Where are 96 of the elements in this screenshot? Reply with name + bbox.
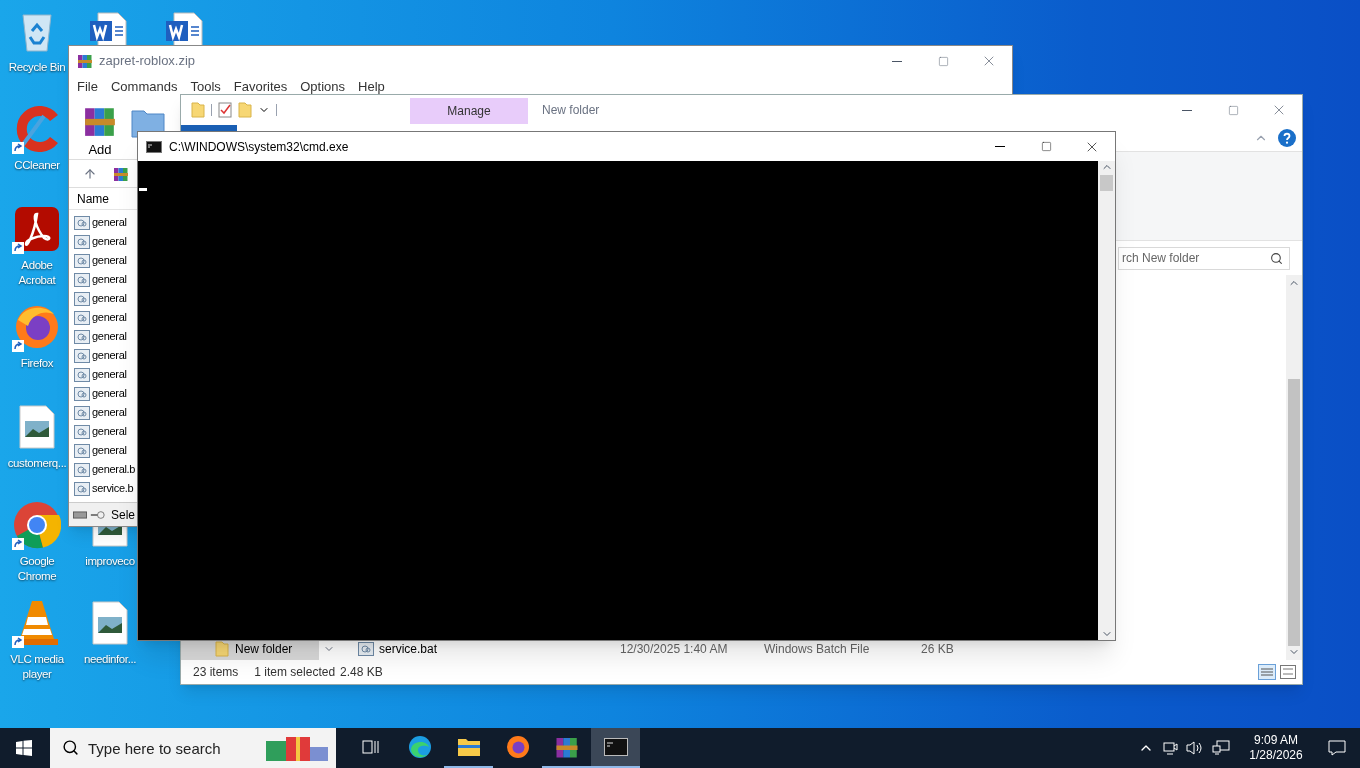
menu-item[interactable]: Options <box>300 77 346 97</box>
window-title: C:\WINDOWS\system32\cmd.exe <box>169 138 349 156</box>
selection-size: 2.48 KB <box>340 664 383 681</box>
file-name[interactable]: service.b <box>92 480 134 497</box>
ccleaner-icon <box>14 106 60 152</box>
properties-icon[interactable] <box>218 102 232 118</box>
file-name[interactable]: general <box>92 423 127 440</box>
image-file-icon <box>19 405 55 449</box>
edge-icon <box>407 735 432 759</box>
batch-file-icon <box>74 310 90 325</box>
batch-file-icon <box>74 443 90 458</box>
archive-books-icon <box>113 165 129 182</box>
selection-count: 1 item selected <box>254 664 336 681</box>
batch-file-icon <box>74 234 90 249</box>
menu-item[interactable]: File <box>77 77 98 97</box>
file-name[interactable]: general <box>92 214 127 231</box>
toolbar-button[interactable]: Add <box>83 104 117 160</box>
scrollbar-thumb[interactable] <box>1100 175 1113 191</box>
acrobat-icon <box>14 206 60 252</box>
maximize-icon <box>937 55 949 67</box>
terminal-icon <box>146 140 162 153</box>
maximize-icon <box>1227 104 1239 116</box>
search-icon[interactable] <box>1270 251 1283 265</box>
tiles-view-icon[interactable] <box>1280 665 1296 679</box>
item-count: 23 items <box>193 664 239 681</box>
menu-item[interactable]: Help <box>358 77 385 97</box>
file-name[interactable]: general <box>92 233 127 250</box>
file-name[interactable]: general.b <box>92 461 136 478</box>
scrollbar[interactable] <box>1098 161 1115 640</box>
file-name[interactable]: general <box>92 290 127 307</box>
maximize-icon <box>1040 141 1052 152</box>
folder-icon <box>456 737 481 757</box>
terminal-icon <box>603 738 628 756</box>
search-field[interactable]: rch New folder <box>1118 246 1290 270</box>
scrollbar-thumb[interactable] <box>1288 379 1300 646</box>
taskbar-app-button[interactable] <box>591 728 640 768</box>
menu-item[interactable]: Commands <box>110 77 178 97</box>
file-name[interactable]: general <box>92 404 127 421</box>
batch-file-icon <box>358 642 374 656</box>
status-text: Sele <box>111 506 136 524</box>
drive-icon <box>73 510 87 519</box>
help-icon[interactable] <box>1278 129 1296 147</box>
file-name[interactable]: general <box>92 385 127 402</box>
new-folder-icon <box>238 102 252 118</box>
ribbon-tab[interactable]: Manage <box>410 98 528 124</box>
file-name[interactable]: general <box>92 347 127 364</box>
batch-file-icon <box>74 348 90 363</box>
batch-file-icon <box>74 215 90 230</box>
file-name[interactable]: general <box>92 328 127 345</box>
minimize-icon <box>1182 109 1192 111</box>
file-name[interactable]: general <box>92 252 127 269</box>
batch-file-icon <box>74 424 90 439</box>
firefox-icon <box>14 304 60 350</box>
file-type: Windows Batch File <box>764 641 871 658</box>
archive-books-icon <box>554 735 579 759</box>
window-title: zapret-roblox.zip <box>99 52 196 71</box>
batch-file-icon <box>74 481 90 496</box>
folder-icon <box>215 641 229 657</box>
camera-icon[interactable] <box>1162 740 1178 756</box>
task-view-icon <box>361 739 380 755</box>
minimize-icon <box>995 146 1005 147</box>
batch-file-icon <box>74 272 90 287</box>
menu-item[interactable]: Favorites <box>233 77 288 97</box>
details-view-icon[interactable] <box>1258 664 1276 680</box>
clock[interactable]: 9:09 AM 1/28/2026 <box>1246 733 1306 763</box>
volume-icon[interactable] <box>1186 740 1204 756</box>
file-name[interactable]: general <box>92 271 127 288</box>
batch-file-icon <box>74 367 90 382</box>
batch-file-icon <box>74 291 90 306</box>
network-icon[interactable] <box>1212 740 1230 756</box>
batch-file-icon <box>74 386 90 401</box>
file-name[interactable]: general <box>92 442 127 459</box>
archive-books-icon <box>77 53 93 69</box>
batch-file-icon <box>74 329 90 344</box>
window-title: New folder <box>542 102 600 119</box>
chrome-icon <box>13 501 61 549</box>
folder-icon <box>191 102 205 118</box>
file-name[interactable]: general <box>92 309 127 326</box>
column-header[interactable]: Name <box>77 189 109 208</box>
batch-file-icon <box>74 405 90 420</box>
firefox-icon <box>505 735 530 759</box>
file-size: 26 KB <box>921 641 954 658</box>
windows-logo-icon <box>16 740 32 756</box>
image-file-icon <box>92 601 128 645</box>
date-modified: 12/30/2025 1:40 AM <box>620 641 729 658</box>
search-icon <box>62 739 79 756</box>
key-icon <box>90 509 105 520</box>
batch-file-icon <box>74 462 90 477</box>
batch-file-icon <box>74 253 90 268</box>
menu-item[interactable]: Tools <box>190 77 221 97</box>
file-name[interactable]: service.bat <box>379 640 438 658</box>
scrollbar[interactable] <box>1286 275 1302 660</box>
file-name[interactable]: general <box>92 366 127 383</box>
minimize-icon <box>892 60 902 62</box>
up-arrow-icon[interactable] <box>83 166 97 181</box>
notification-icon[interactable] <box>1328 740 1346 756</box>
